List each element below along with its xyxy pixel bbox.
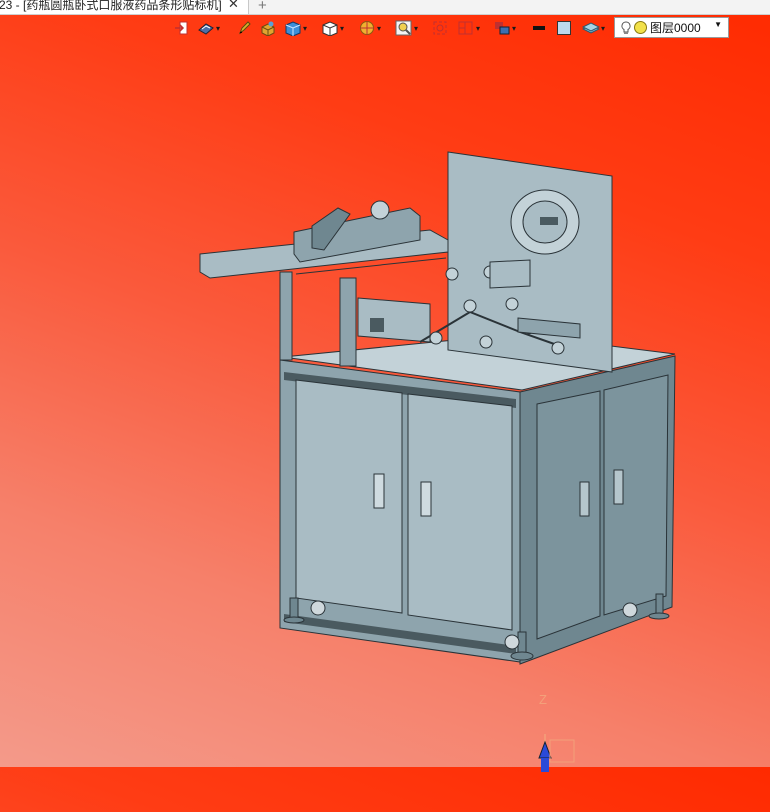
labeling-machine-model xyxy=(199,151,676,665)
box-display-button[interactable]: ▾ xyxy=(284,17,307,39)
reel-knob xyxy=(540,217,558,225)
support-post xyxy=(339,277,357,367)
fill-color-button[interactable] xyxy=(556,17,572,39)
line-color-icon xyxy=(533,26,545,30)
chevron-down-icon: ▾ xyxy=(476,23,481,33)
support-post xyxy=(279,271,293,361)
material-icon xyxy=(261,21,275,36)
pencil-button[interactable] xyxy=(237,17,251,39)
render-mode-button[interactable]: ▾ xyxy=(197,17,220,39)
view-cube-button[interactable]: ▾ xyxy=(321,17,344,39)
door-handle xyxy=(420,481,432,517)
document-tab-bar: 23 - [药瓶圆瓶卧式口服液药品条形贴标机] ✕ + xyxy=(0,0,770,15)
layer-icon xyxy=(582,22,600,34)
z-axis-shaft xyxy=(541,758,549,772)
layer-color-swatch xyxy=(634,21,647,34)
zoom-fit-button[interactable] xyxy=(432,17,448,39)
view-cube-icon xyxy=(322,21,338,36)
peel-plate xyxy=(489,259,531,289)
layer-button[interactable]: ▾ xyxy=(582,17,605,39)
axis-z-label: Z xyxy=(539,692,547,707)
layout-icon xyxy=(458,21,473,35)
zoom-icon xyxy=(395,20,412,36)
close-tab-icon[interactable]: ✕ xyxy=(228,0,239,10)
lightbulb-icon xyxy=(621,20,631,34)
section-view-icon xyxy=(360,21,374,35)
layout-button[interactable]: ▾ xyxy=(457,17,480,39)
axis-triad xyxy=(538,734,575,772)
xy-plane-icon xyxy=(549,739,575,763)
layer-select[interactable]: 图层0000 ▼ xyxy=(614,17,729,38)
render-mode-icon xyxy=(198,23,214,35)
chevron-down-icon: ▾ xyxy=(216,23,221,33)
zoom-fit-icon xyxy=(433,21,447,35)
chevron-down-icon: ▼ xyxy=(714,20,722,29)
fill-color-icon xyxy=(557,21,571,35)
chevron-down-icon: ▾ xyxy=(303,23,308,33)
layer-select-value: 图层0000 xyxy=(650,21,701,35)
box-display-icon xyxy=(285,21,301,36)
exit-sketch-icon xyxy=(175,21,188,35)
line-color-button[interactable] xyxy=(531,17,547,39)
material-button[interactable] xyxy=(260,17,276,39)
door-handle xyxy=(373,473,385,509)
chevron-down-icon: ▾ xyxy=(340,23,345,33)
chevron-down-icon: ▾ xyxy=(601,23,606,33)
chevron-down-icon: ▾ xyxy=(377,23,382,33)
side-door-left xyxy=(536,390,601,640)
roller xyxy=(370,200,390,220)
applicator-motor xyxy=(370,318,384,332)
door-handle xyxy=(613,469,624,505)
z-axis-arrow-icon xyxy=(538,740,552,759)
exit-sketch-button[interactable] xyxy=(174,17,190,39)
3d-viewport[interactable]: Z xyxy=(0,42,770,772)
applicator-block xyxy=(357,297,431,343)
components-icon xyxy=(495,22,510,35)
document-tab-title: 23 - [药瓶圆瓶卧式口服液药品条形贴标机] xyxy=(0,0,222,12)
pencil-icon xyxy=(238,21,251,35)
components-button[interactable]: ▾ xyxy=(493,17,516,39)
section-view-button[interactable]: ▾ xyxy=(358,17,381,39)
front-door-left xyxy=(295,379,403,614)
chevron-down-icon: ▾ xyxy=(414,23,419,33)
door-handle xyxy=(579,481,590,517)
chevron-down-icon: ▾ xyxy=(512,23,517,33)
document-tab[interactable]: 23 - [药瓶圆瓶卧式口服液药品条形贴标机] ✕ xyxy=(0,0,249,14)
new-tab-button[interactable]: + xyxy=(258,0,267,14)
zoom-button[interactable]: ▾ xyxy=(395,17,418,39)
